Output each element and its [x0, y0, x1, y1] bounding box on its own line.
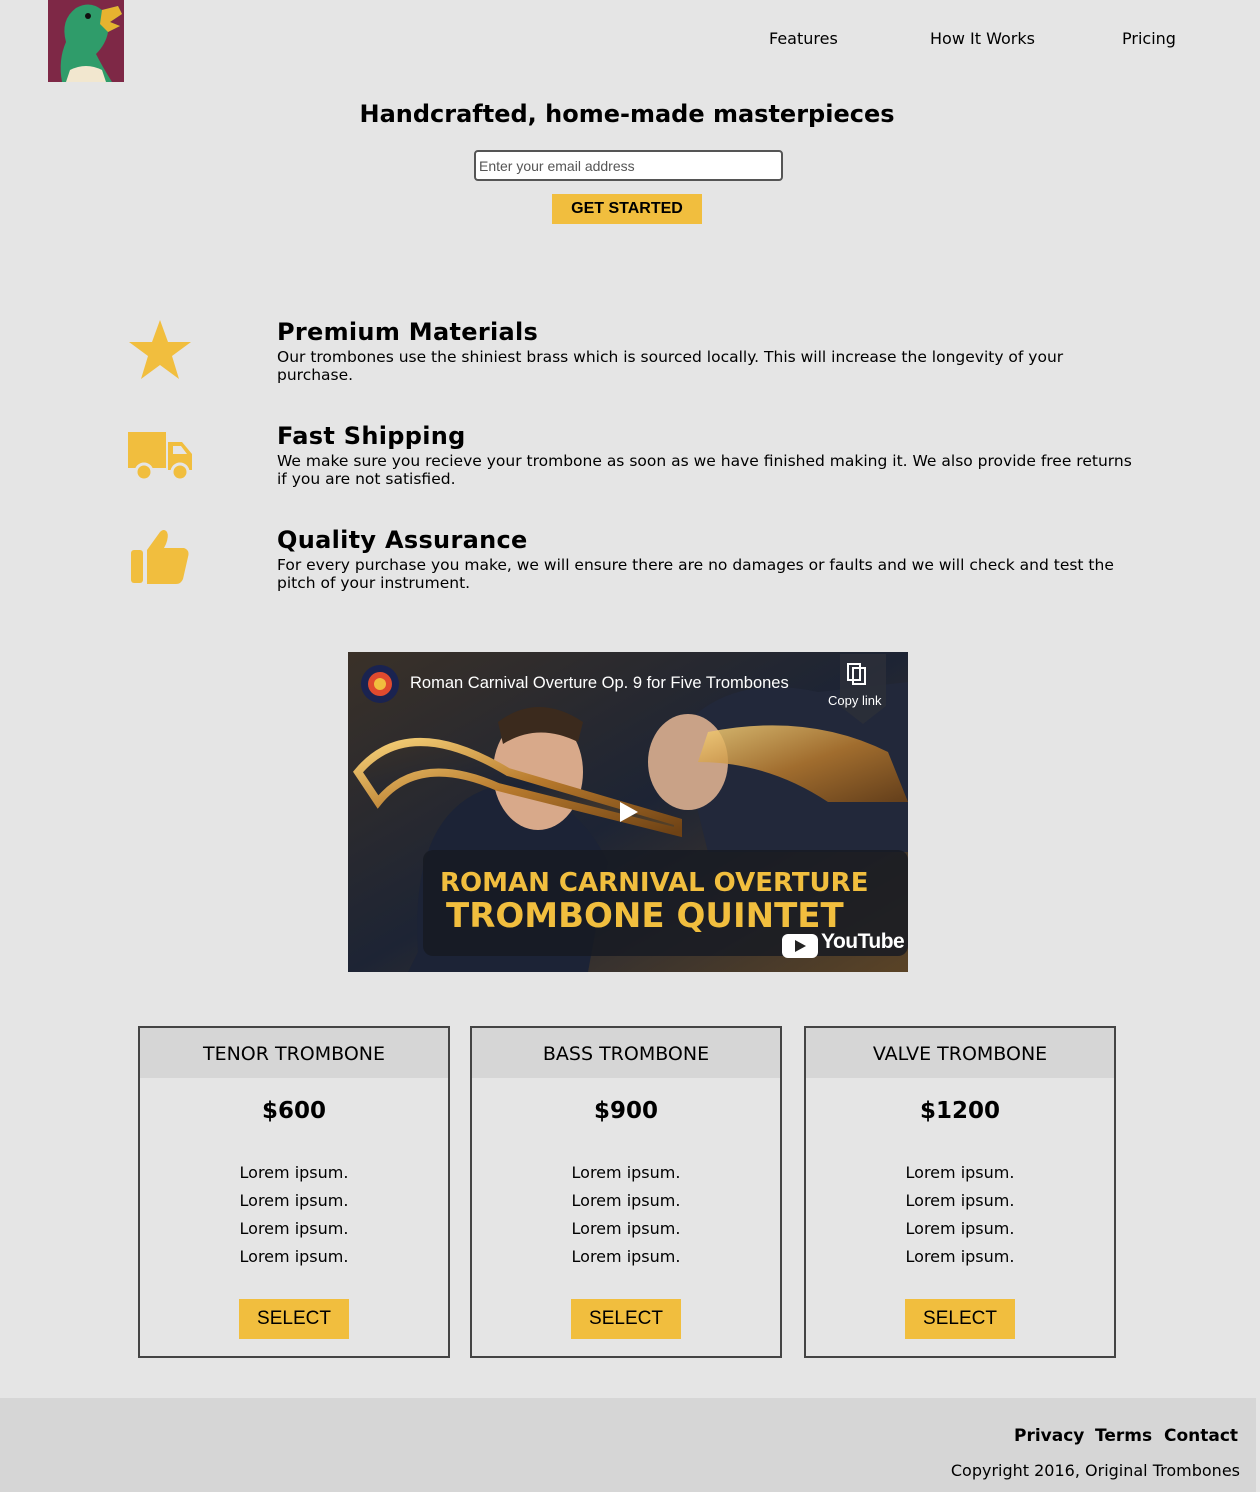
pricing-card-title: VALVE TROMBONE: [806, 1028, 1114, 1078]
video-caption-line1: ROMAN CARNIVAL OVERTURE: [440, 868, 869, 898]
duck-logo-image: [48, 0, 124, 82]
feature-title: Fast Shipping: [277, 422, 466, 450]
get-started-button[interactable]: GET STARTED: [552, 194, 702, 224]
duck-logo[interactable]: [48, 0, 124, 82]
list-item: Lorem ipsum.: [239, 1163, 349, 1182]
list-item: Lorem ipsum.: [571, 1163, 681, 1182]
play-button[interactable]: [608, 792, 648, 832]
pricing-feature-list: Lorem ipsum. Lorem ipsum. Lorem ipsum. L…: [140, 1159, 448, 1271]
footer-link-privacy[interactable]: Privacy: [1014, 1426, 1084, 1446]
nav-link-how-it-works[interactable]: How It Works: [930, 29, 1035, 48]
list-item: Lorem ipsum.: [571, 1219, 681, 1238]
list-item: Lorem ipsum.: [905, 1163, 1015, 1182]
truck-icon: [126, 424, 194, 488]
select-tenor-button[interactable]: SELECT: [239, 1299, 349, 1339]
pricing-card-price: $900: [593, 1098, 658, 1124]
select-valve-button[interactable]: SELECT: [905, 1299, 1015, 1339]
feature-description: Our trombones use the shiniest brass whi…: [277, 348, 1064, 384]
footer-link-contact[interactable]: Contact: [1164, 1426, 1238, 1446]
pricing-card-price: $600: [261, 1098, 326, 1124]
pricing-card-title: BASS TROMBONE: [472, 1028, 780, 1078]
copy-link-label[interactable]: Copy link: [828, 693, 881, 708]
list-item: Lorem ipsum.: [239, 1247, 349, 1266]
pricing-card-bass: BASS TROMBONE $900 Lorem ipsum. Lorem ip…: [470, 1026, 782, 1358]
video-embed[interactable]: Roman Carnival Overture Op. 9 for Five T…: [348, 652, 908, 972]
list-item: Lorem ipsum.: [239, 1219, 349, 1238]
select-bass-button[interactable]: SELECT: [571, 1299, 681, 1339]
pricing-card-price: $1200: [919, 1098, 1001, 1124]
feature-description: For every purchase you make, we will ens…: [277, 556, 1114, 592]
feature-title: Quality Assurance: [277, 526, 528, 554]
feature-title: Premium Materials: [277, 318, 539, 346]
hero-title: Handcrafted, home-made masterpieces: [359, 100, 895, 128]
list-item: Lorem ipsum.: [905, 1219, 1015, 1238]
thumbs-up-icon: [126, 526, 194, 590]
pricing-card-tenor: TENOR TROMBONE $600 Lorem ipsum. Lorem i…: [138, 1026, 450, 1358]
list-item: Lorem ipsum.: [905, 1247, 1015, 1266]
list-item: Lorem ipsum.: [571, 1247, 681, 1266]
nav-link-pricing[interactable]: Pricing: [1122, 29, 1176, 48]
pricing-feature-list: Lorem ipsum. Lorem ipsum. Lorem ipsum. L…: [472, 1159, 780, 1271]
star-icon: [126, 318, 194, 382]
pricing-feature-list: Lorem ipsum. Lorem ipsum. Lorem ipsum. L…: [806, 1159, 1114, 1271]
list-item: Lorem ipsum.: [239, 1191, 349, 1210]
pricing-card-valve: VALVE TROMBONE $1200 Lorem ipsum. Lorem …: [804, 1026, 1116, 1358]
list-item: Lorem ipsum.: [571, 1191, 681, 1210]
footer-link-terms[interactable]: Terms: [1095, 1426, 1152, 1446]
copyright-text: Copyright 2016, Original Trombones: [950, 1461, 1240, 1480]
list-item: Lorem ipsum.: [905, 1191, 1015, 1210]
email-input[interactable]: [474, 150, 783, 181]
feature-description: We make sure you recieve your trombone a…: [277, 452, 1132, 488]
nav-link-features[interactable]: Features: [769, 29, 838, 48]
pricing-card-title: TENOR TROMBONE: [140, 1028, 448, 1078]
video-caption-line2: TROMBONE QUINTET: [446, 896, 844, 936]
youtube-wordmark[interactable]: YouTube: [821, 930, 905, 954]
video-title[interactable]: Roman Carnival Overture Op. 9 for Five T…: [410, 674, 789, 693]
footer: Privacy Terms Contact Copyright 2016, Or…: [0, 1398, 1256, 1492]
